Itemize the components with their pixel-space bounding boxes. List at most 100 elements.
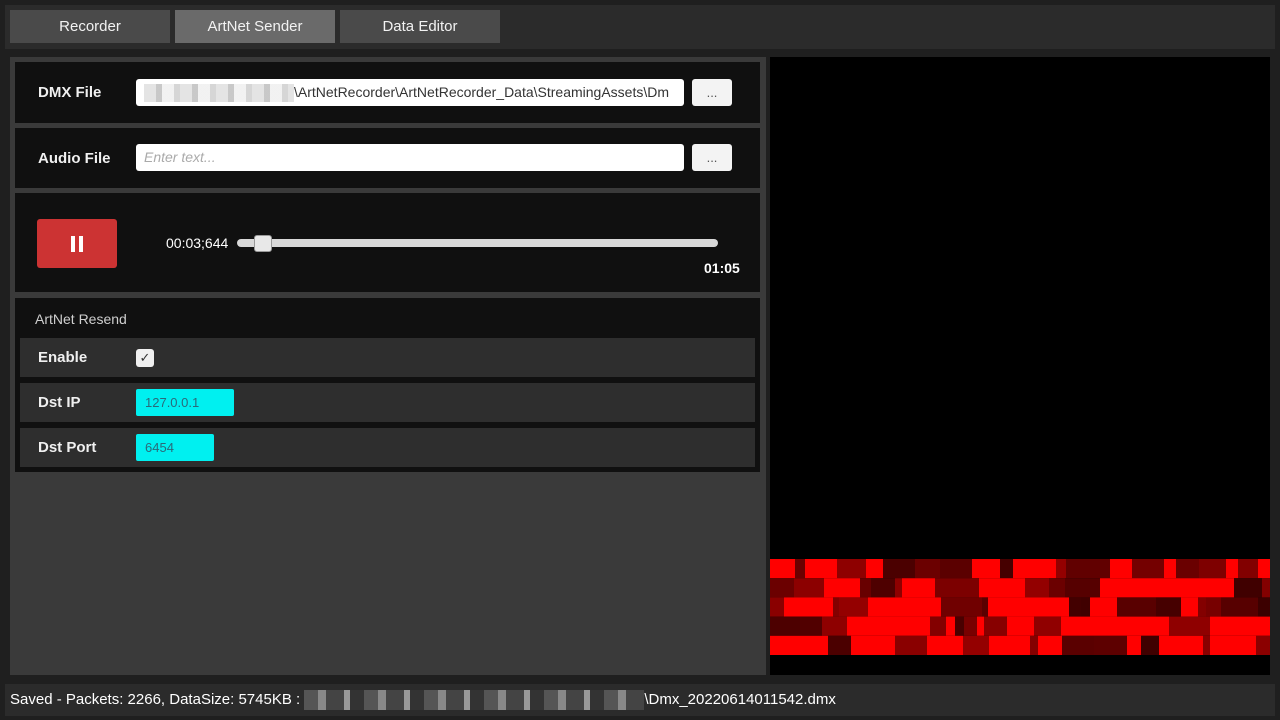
heatmap-cell xyxy=(860,578,871,598)
audio-file-row: Audio File Enter text... ... xyxy=(15,128,760,188)
heatmap-cell xyxy=(1234,578,1262,598)
heatmap-cell xyxy=(1065,578,1100,598)
heatmap-cell xyxy=(1203,635,1210,655)
dmx-file-input[interactable]: \ArtNetRecorder\ArtNetRecorder_Data\Stre… xyxy=(136,79,684,106)
playback-slider[interactable] xyxy=(237,235,718,252)
heatmap-cell xyxy=(1210,635,1223,655)
heatmap-cell xyxy=(1156,597,1181,617)
heatmap-cell xyxy=(1116,578,1156,598)
redacted-path xyxy=(144,84,294,103)
pause-button[interactable] xyxy=(37,219,117,268)
heatmap-cell xyxy=(1258,597,1270,617)
heatmap-cell xyxy=(822,616,847,636)
audio-file-browse-button[interactable]: ... xyxy=(692,144,732,171)
heatmap-cell xyxy=(1199,578,1234,598)
tab-artnet-sender[interactable]: ArtNet Sender xyxy=(175,10,335,43)
heatmap-cell xyxy=(1238,559,1258,579)
heatmap-cell xyxy=(1169,616,1210,636)
dst-port-input[interactable]: 6454 xyxy=(136,434,214,461)
heatmap-cell xyxy=(896,616,930,636)
dst-ip-row: Dst IP 127.0.0.1 xyxy=(20,383,755,422)
heatmap-cell xyxy=(895,578,902,598)
heatmap-cell xyxy=(883,559,915,579)
heatmap-cell xyxy=(1156,578,1199,598)
dst-port-row: Dst Port 6454 xyxy=(20,428,755,467)
dst-ip-input[interactable]: 127.0.0.1 xyxy=(136,389,234,416)
heatmap-cell xyxy=(839,597,868,617)
enable-row: Enable ✓ xyxy=(20,338,755,377)
dmx-file-browse-button[interactable]: ... xyxy=(692,79,732,106)
heatmap-cell xyxy=(805,559,828,579)
heatmap-cell xyxy=(1181,597,1198,617)
heatmap-cell xyxy=(1267,559,1270,579)
tab-data-editor[interactable]: Data Editor xyxy=(340,10,500,43)
heatmap-cell xyxy=(989,635,1030,655)
heatmap-cell xyxy=(1090,597,1117,617)
heatmap-cell xyxy=(1221,597,1258,617)
heatmap-cell xyxy=(877,616,896,636)
heatmap-cell xyxy=(1025,578,1049,598)
status-prefix: Saved - Packets: 2266, DataSize: 5745KB … xyxy=(10,691,305,708)
heatmap-cell xyxy=(1022,597,1054,617)
artnet-resend-title: ArtNet Resend xyxy=(35,311,127,327)
heatmap-cell xyxy=(1069,597,1081,617)
heatmap-cell xyxy=(1066,559,1110,579)
heatmap-cell xyxy=(988,597,1022,617)
heatmap-cell xyxy=(1176,559,1199,579)
heatmap-cell xyxy=(770,635,797,655)
heatmap-cell xyxy=(940,559,972,579)
heatmap-cell xyxy=(977,616,984,636)
heatmap-cell xyxy=(871,578,895,598)
total-time: 01:05 xyxy=(704,260,740,276)
heatmap-cell xyxy=(770,616,800,636)
heatmap-cell xyxy=(930,597,941,617)
pause-icon xyxy=(71,235,83,252)
heatmap-cell xyxy=(1054,597,1069,617)
heatmap-cell xyxy=(770,597,784,617)
heatmap-cell xyxy=(1034,616,1061,636)
artnet-resend-section: ArtNet Resend Enable ✓ Dst IP 127.0.0.1 … xyxy=(15,298,760,472)
heatmap-cell xyxy=(824,578,860,598)
status-suffix: \Dmx_20220614011542.dmx xyxy=(644,691,836,708)
heatmap-cell xyxy=(964,616,977,636)
heatmap-cell xyxy=(797,635,828,655)
audio-file-label: Audio File xyxy=(38,150,111,167)
heatmap-cell xyxy=(1206,597,1221,617)
enable-label: Enable xyxy=(38,349,88,366)
heatmap-cell xyxy=(1007,616,1034,636)
heatmap-cell xyxy=(1013,559,1056,579)
heatmap-cell xyxy=(1199,559,1226,579)
enable-checkbox[interactable]: ✓ xyxy=(136,349,154,367)
heatmap-cell xyxy=(1145,616,1169,636)
heatmap-cell xyxy=(1198,597,1206,617)
heatmap-cell xyxy=(795,559,805,579)
audio-file-input[interactable]: Enter text... xyxy=(136,144,684,171)
heatmap-cell xyxy=(1049,578,1065,598)
playback-slider-handle[interactable] xyxy=(254,235,273,252)
tab-recorder[interactable]: Recorder xyxy=(10,10,170,43)
heatmap-cell xyxy=(1056,559,1066,579)
heatmap-cell xyxy=(979,578,1002,598)
status-bar: Saved - Packets: 2266, DataSize: 5745KB … xyxy=(5,684,1275,716)
heatmap-cell xyxy=(1164,559,1176,579)
heatmap-cell xyxy=(984,616,1007,636)
heatmap-cell xyxy=(1226,559,1238,579)
heatmap-cell xyxy=(1062,635,1094,655)
dmx-file-label: DMX File xyxy=(38,84,102,101)
dmx-visualizer-panel xyxy=(770,57,1270,675)
heatmap-cell xyxy=(1262,578,1270,598)
heatmap-cell xyxy=(1159,635,1203,655)
heatmap-cell xyxy=(1094,635,1127,655)
heatmap-cell xyxy=(770,578,794,598)
heatmap-cell xyxy=(930,616,946,636)
heatmap-cell xyxy=(866,559,883,579)
heatmap-cell xyxy=(851,635,895,655)
heatmap-cell xyxy=(1238,635,1256,655)
heatmap-cell xyxy=(1223,635,1238,655)
heatmap-cell xyxy=(1127,635,1141,655)
heatmap-cell xyxy=(941,597,982,617)
heatmap-cell xyxy=(1103,616,1145,636)
heatmap-cell xyxy=(794,578,824,598)
heatmap-cell xyxy=(963,635,989,655)
app-window: Recorder ArtNet Sender Data Editor DMX F… xyxy=(0,0,1280,720)
